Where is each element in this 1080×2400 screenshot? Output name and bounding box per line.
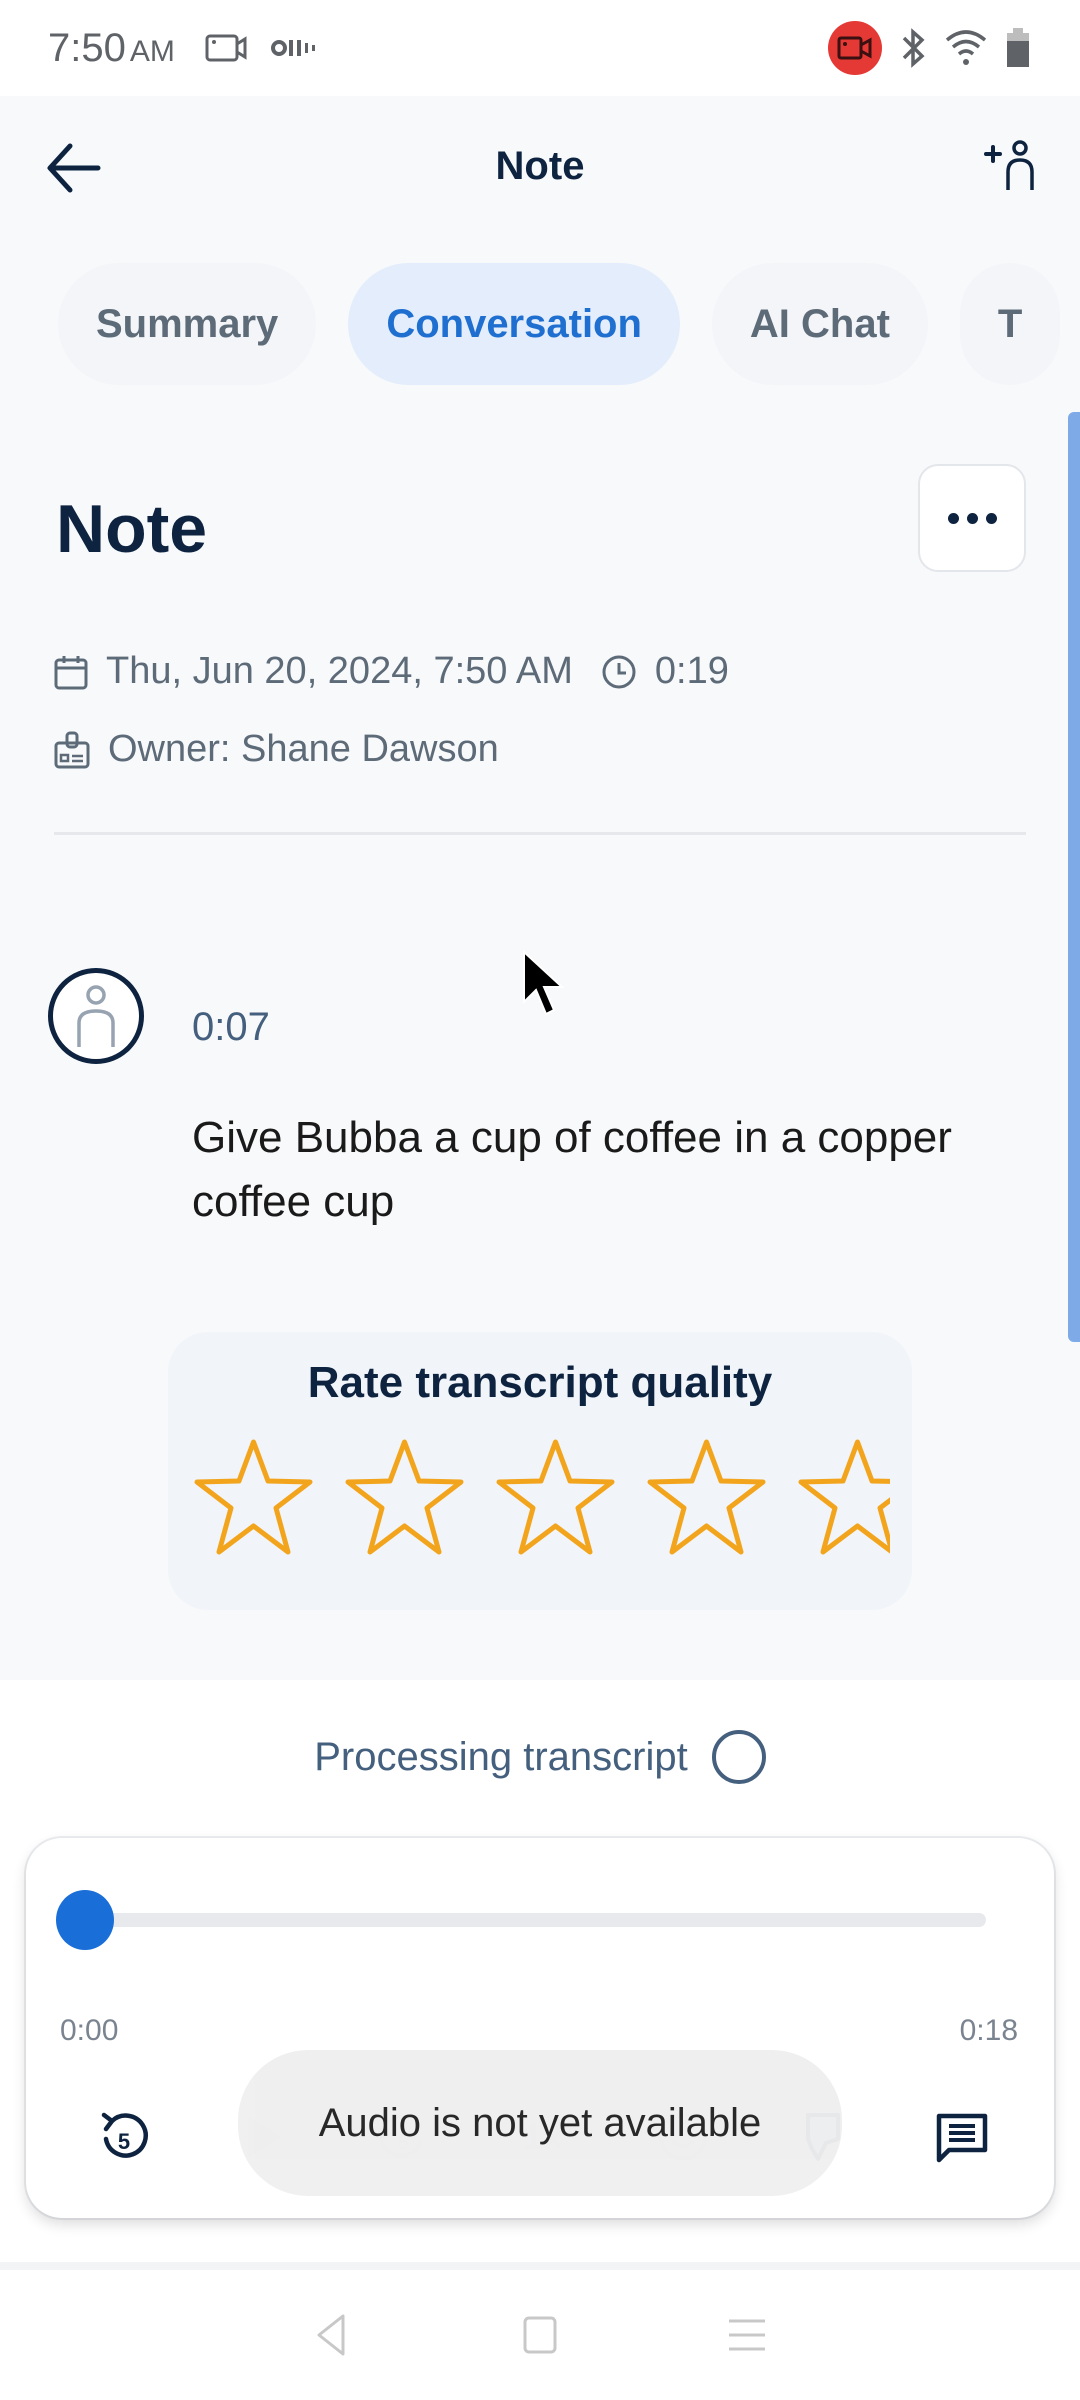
status-time: 7:50 AM bbox=[48, 25, 175, 70]
total-time: 0:18 bbox=[959, 2014, 1018, 2047]
note-owner: Owner: Shane Dawson bbox=[108, 728, 499, 770]
tab-summary[interactable]: Summary bbox=[58, 263, 317, 385]
toast-message: Audio is not yet available bbox=[238, 2050, 842, 2196]
tab-bar: Summary Conversation AI Chat T bbox=[0, 262, 1080, 386]
nav-back-button[interactable] bbox=[303, 2305, 363, 2365]
battery-icon bbox=[1007, 28, 1029, 67]
more-dot bbox=[966, 512, 978, 524]
back-button[interactable] bbox=[44, 140, 104, 196]
divider bbox=[54, 832, 1026, 835]
note-title: Note bbox=[56, 491, 208, 567]
voicemail-icon bbox=[270, 40, 315, 56]
header-title: Note bbox=[495, 143, 585, 188]
rewind-5-button[interactable]: 5 bbox=[92, 2105, 156, 2169]
current-time: 0:00 bbox=[60, 2014, 119, 2047]
star-3[interactable] bbox=[492, 1436, 619, 1560]
star-1[interactable] bbox=[190, 1436, 317, 1560]
wifi-icon bbox=[945, 30, 987, 65]
tab-ai-chat[interactable]: AI Chat bbox=[711, 263, 928, 385]
system-nav-bar bbox=[0, 2270, 1080, 2400]
nav-home-button[interactable] bbox=[510, 2305, 570, 2365]
more-options-button[interactable] bbox=[918, 464, 1026, 572]
recording-active-icon bbox=[828, 21, 882, 75]
rewind-5-icon: 5 bbox=[101, 2112, 148, 2158]
star-5[interactable] bbox=[794, 1436, 890, 1560]
star-rating bbox=[190, 1436, 890, 1560]
star-2[interactable] bbox=[341, 1436, 468, 1560]
tab-partial[interactable]: T bbox=[959, 263, 1061, 385]
sheet-edge bbox=[0, 2262, 1080, 2270]
rating-card: Rate transcript quality bbox=[168, 1332, 912, 1610]
calendar-icon bbox=[54, 655, 88, 689]
note-duration: 0:19 bbox=[654, 650, 729, 692]
badge-icon bbox=[54, 731, 90, 768]
tab-conversation[interactable]: Conversation bbox=[348, 263, 680, 385]
svg-text:5: 5 bbox=[118, 2129, 130, 2154]
screen-record-icon bbox=[205, 34, 247, 62]
seek-bar[interactable] bbox=[86, 1913, 986, 1927]
bluetooth-icon bbox=[902, 28, 925, 68]
status-bar: 7:50 AM bbox=[0, 0, 1080, 96]
nav-menu-button[interactable] bbox=[717, 2305, 777, 2365]
loading-spinner-icon bbox=[711, 1730, 766, 1784]
more-horizontal-icon bbox=[947, 512, 959, 524]
add-participant-button[interactable] bbox=[982, 138, 1040, 194]
transcript-button[interactable] bbox=[930, 2105, 994, 2169]
note-owner-row: Owner: Shane Dawson bbox=[54, 728, 499, 771]
processing-status: Processing transcript bbox=[0, 1730, 1080, 1784]
segment-text: Give Bubba a cup of coffee in a copper c… bbox=[192, 1113, 952, 1226]
person-icon bbox=[77, 985, 115, 1047]
speaker-avatar[interactable] bbox=[48, 968, 144, 1064]
scrollbar[interactable] bbox=[1068, 412, 1080, 1342]
chat-lines-icon bbox=[936, 2113, 988, 2163]
note-date-row: Thu, Jun 20, 2024, 7:50 AM 0:19 bbox=[54, 650, 729, 693]
note-date: Thu, Jun 20, 2024, 7:50 AM bbox=[106, 650, 573, 692]
more-dot bbox=[985, 512, 997, 524]
segment-timestamp[interactable]: 0:07 bbox=[192, 1005, 270, 1050]
mouse-pointer-icon bbox=[523, 950, 565, 1016]
star-4[interactable] bbox=[643, 1436, 770, 1560]
add-person-icon bbox=[984, 140, 1034, 190]
app-header: Note bbox=[0, 96, 1080, 236]
nav-back-icon bbox=[317, 2314, 345, 2356]
arrow-left-icon bbox=[47, 143, 101, 193]
nav-home-icon bbox=[523, 2316, 557, 2354]
rating-title: Rate transcript quality bbox=[307, 1358, 773, 1407]
seek-thumb[interactable] bbox=[56, 1890, 114, 1950]
processing-label: Processing transcript bbox=[314, 1734, 688, 1779]
clock-icon bbox=[602, 655, 636, 688]
nav-menu-icon bbox=[728, 2319, 765, 2351]
